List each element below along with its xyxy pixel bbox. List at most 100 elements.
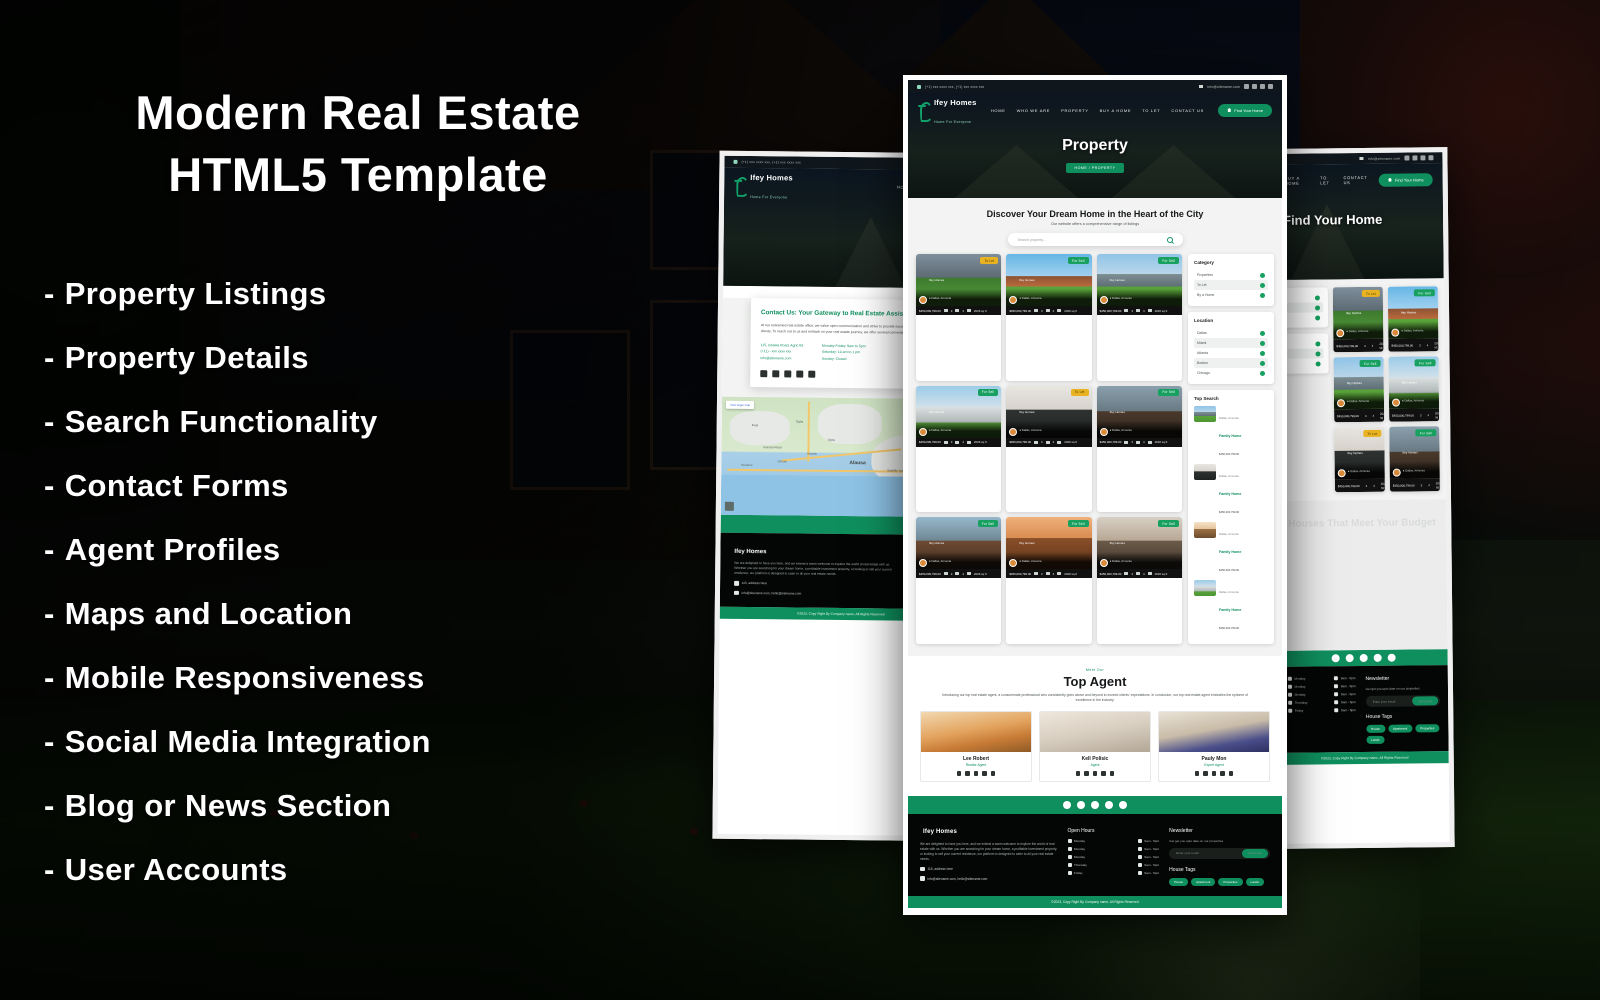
instagram-icon[interactable]	[1252, 84, 1257, 89]
twitter-icon[interactable]	[1220, 771, 1225, 776]
topbar-email[interactable]: info@sitename.com	[1207, 85, 1240, 89]
instagram-icon[interactable]	[784, 370, 792, 378]
category-option-properties[interactable]: Properties	[1194, 270, 1268, 280]
agent-card[interactable]: Kell Polisic Agent	[1039, 711, 1151, 782]
property-card[interactable]: For Sell Ifey Homes ● Dallas, Armenia $450,…	[1006, 517, 1092, 644]
house-tag-house[interactable]: House	[1169, 877, 1189, 886]
category-option-by-a-home[interactable]: By a Home	[1194, 290, 1268, 300]
nav-item-buy-a-home[interactable]: BUY A HOME	[1100, 108, 1132, 113]
facebook-icon[interactable]	[772, 370, 780, 378]
nav-item-property[interactable]: PROPERTY	[1061, 108, 1089, 113]
check-icon[interactable]	[1315, 360, 1321, 366]
linkedin-icon[interactable]	[1428, 155, 1434, 161]
topbar-email[interactable]: info@sitename.com	[1368, 156, 1401, 160]
footer-emails[interactable]: info@sitename.com, hello@sitename.com	[741, 591, 801, 596]
check-icon[interactable]	[1315, 340, 1321, 346]
find-your-home-button[interactable]: Find Your Home	[1378, 172, 1433, 187]
nav-item-contact-us[interactable]: CONTACT US	[1171, 108, 1204, 113]
instagram-icon[interactable]	[1345, 654, 1354, 663]
twitter-icon[interactable]	[1373, 653, 1382, 662]
facebook-icon[interactable]	[1244, 84, 1249, 89]
social-strip[interactable]	[908, 795, 1282, 814]
house-tag-house[interactable]: House	[1366, 724, 1386, 733]
nav-item-who-we-are[interactable]: WHO WE ARE	[1017, 108, 1050, 113]
check-icon[interactable]	[1315, 314, 1321, 320]
pinterest-icon[interactable]	[1359, 653, 1368, 663]
facebook-icon[interactable]	[1331, 654, 1340, 663]
instagram-icon[interactable]	[1412, 155, 1418, 161]
facebook-icon[interactable]	[1084, 771, 1089, 776]
instagram-icon[interactable]	[973, 771, 979, 776]
newsletter-form[interactable]: Enter your email Subscribe	[1169, 847, 1270, 859]
newsletter-input[interactable]: Enter your email	[1373, 699, 1396, 703]
house-tag-lands[interactable]: Lands	[1245, 877, 1264, 886]
location-option-miami[interactable]: Miami	[1194, 338, 1268, 348]
property-card[interactable]: For Sell Ifey Homes ● Dallas, Armenia $450,…	[916, 517, 1002, 644]
top-search-item[interactable]: Dallas, Armenia Family Home $450,000,799.0…	[1194, 406, 1268, 460]
linkedin-icon[interactable]	[1387, 653, 1396, 662]
house-tag-properties[interactable]: Properties	[1415, 724, 1440, 733]
twitter-icon[interactable]	[982, 771, 987, 776]
facebook-icon[interactable]	[965, 771, 970, 776]
social-strip[interactable]	[1279, 649, 1448, 667]
nav-menu[interactable]: BUY A HOME TO LET CONTACT US	[1285, 175, 1373, 186]
search-icon[interactable]	[1166, 236, 1173, 243]
facebook-icon[interactable]	[1203, 771, 1208, 776]
instagram-icon[interactable]	[1077, 800, 1085, 809]
check-icon[interactable]	[1260, 272, 1265, 278]
check-icon[interactable]	[1315, 350, 1321, 356]
check-icon[interactable]	[1260, 330, 1265, 336]
nav-item-contact-us[interactable]: CONTACT US	[1343, 175, 1373, 185]
house-tag-properties[interactable]: Properties	[1218, 877, 1243, 886]
newsletter-form[interactable]: Enter your email Subscribe	[1365, 695, 1441, 707]
find-your-home-button[interactable]: Find Your Home	[1218, 103, 1272, 117]
linkedin-icon[interactable]	[1119, 800, 1127, 809]
view-larger-map-button[interactable]: View larger map	[725, 400, 755, 410]
check-icon[interactable]	[1260, 350, 1265, 356]
linkedin-icon[interactable]	[1228, 771, 1234, 776]
twitter-icon[interactable]	[1260, 84, 1265, 89]
email-icon[interactable]	[1194, 771, 1200, 776]
twitter-icon[interactable]	[1101, 771, 1106, 776]
nav-item-to-let[interactable]: TO LET	[1142, 108, 1160, 113]
search-bar[interactable]: Search property...	[1007, 233, 1183, 246]
contact-email[interactable]: info@sitename.com	[760, 355, 803, 362]
nav-menu[interactable]: HOME WHO WE ARE PROPERTY BUY A HOME TO LET CO…	[991, 108, 1204, 113]
linkedin-icon[interactable]	[990, 771, 996, 776]
social-icons[interactable]	[1404, 155, 1434, 161]
subscribe-button[interactable]: Subscribe	[1242, 848, 1268, 858]
linkedin-icon[interactable]	[808, 370, 816, 378]
check-icon[interactable]	[1314, 294, 1320, 300]
location-option-boston[interactable]: Boston	[1194, 358, 1268, 368]
property-card[interactable]: For Sell Ifey Homes ● Dallas, Armenia $450,…	[916, 385, 1002, 513]
top-search-item[interactable]: Dallas, Armenia Family Home $450,000,799.0…	[1194, 464, 1268, 518]
check-icon[interactable]	[1314, 304, 1321, 310]
social-icons[interactable]	[1244, 84, 1273, 89]
footer-emails[interactable]: info@sitename.com, hello@sitename.com	[928, 877, 988, 881]
property-card[interactable]: To Let Ifey Homes ● Dallas, Armenia $450,00…	[916, 254, 1002, 381]
listing-page-mockup[interactable]: info@sitename.com BUY A HOME TO LET CONT…	[1269, 147, 1455, 849]
agent-card[interactable]: Lee Robert Realtor Agent	[920, 711, 1032, 782]
subscribe-button[interactable]: Subscribe	[1412, 696, 1439, 706]
check-icon[interactable]	[1260, 282, 1265, 288]
footer-brand[interactable]: Ifey Homes	[920, 828, 1058, 837]
brand-logo[interactable]: Ifey Homes Home For Everyone	[734, 168, 793, 204]
property-card[interactable]: For Sell Ifey Homes ● Dallas, Armenia $450,…	[1006, 254, 1092, 381]
twitter-icon[interactable]	[1420, 155, 1426, 161]
property-card[interactable]: To Let Ifey Homes ● Dallas, Armenia $450,00…	[1332, 286, 1384, 353]
linkedin-icon[interactable]	[1268, 84, 1273, 89]
nav-item-buy-a-home[interactable]: BUY A HOME	[1285, 175, 1314, 186]
nav-item-to-let[interactable]: TO LET	[1320, 175, 1336, 185]
instagram-icon[interactable]	[1092, 771, 1098, 776]
instagram-icon[interactable]	[1211, 771, 1217, 776]
location-option-atlanta[interactable]: Atlanta	[1194, 348, 1268, 358]
location-option-dallas[interactable]: Dallas	[1194, 328, 1268, 338]
twitter-icon[interactable]	[796, 370, 804, 378]
check-icon[interactable]	[1260, 340, 1265, 346]
facebook-icon[interactable]	[1404, 155, 1410, 161]
check-icon[interactable]	[1260, 360, 1265, 366]
property-card[interactable]: For Sell Ifey Homes ● Dallas, Armenia $450,…	[1096, 517, 1182, 644]
twitter-icon[interactable]	[1105, 800, 1113, 809]
email-icon[interactable]	[956, 771, 962, 776]
house-tag-apartment[interactable]: Apartment	[1387, 724, 1413, 733]
